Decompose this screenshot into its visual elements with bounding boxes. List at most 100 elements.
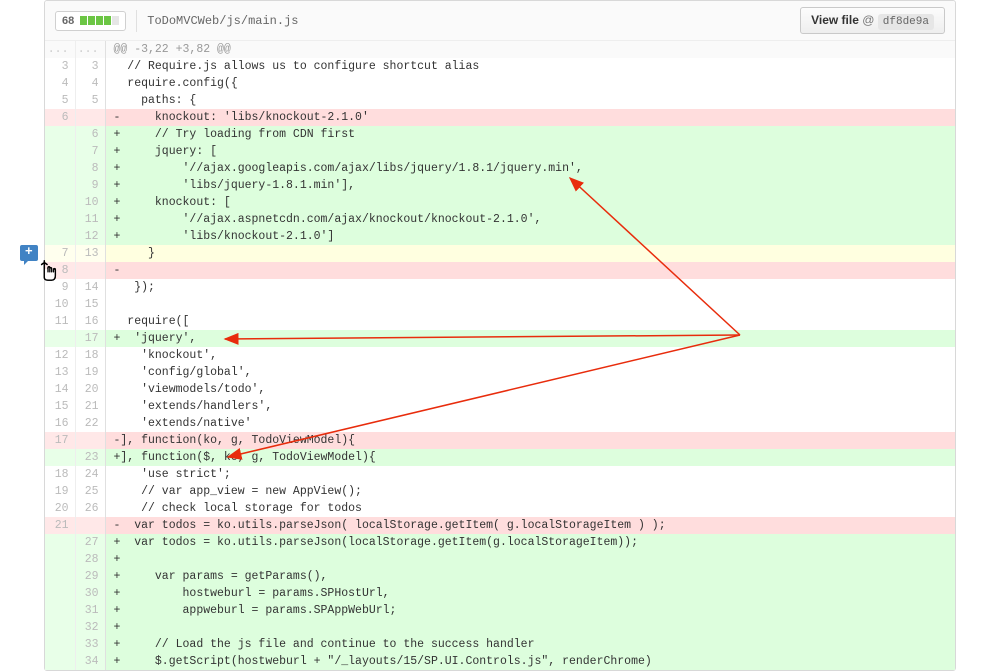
line-number-old[interactable]: 6 xyxy=(45,109,75,126)
line-number-old[interactable]: 11 xyxy=(45,313,75,330)
line-number-new[interactable]: 5 xyxy=(75,92,105,109)
line-number-new[interactable]: 6 xyxy=(75,126,105,143)
line-number-new[interactable]: 15 xyxy=(75,296,105,313)
diff-line[interactable]: 33 // Require.js allows us to configure … xyxy=(45,58,955,75)
line-number-new[interactable]: 24 xyxy=(75,466,105,483)
diff-line[interactable]: 11+ '//ajax.aspnetcdn.com/ajax/knockout/… xyxy=(45,211,955,228)
file-path[interactable]: ToDoMVCWeb/js/main.js xyxy=(147,14,298,28)
line-number-old[interactable]: 21 xyxy=(45,517,75,534)
line-number-old[interactable] xyxy=(45,585,75,602)
diff-line[interactable]: 23+], function($, ko, g, TodoViewModel){ xyxy=(45,449,955,466)
diff-line[interactable]: 55 paths: { xyxy=(45,92,955,109)
diff-line[interactable]: 29+ var params = getParams(), xyxy=(45,568,955,585)
line-number-new[interactable]: 7 xyxy=(75,143,105,160)
line-number-new[interactable]: 16 xyxy=(75,313,105,330)
diff-line[interactable]: 7+ jquery: [ xyxy=(45,143,955,160)
line-number-old[interactable] xyxy=(45,653,75,670)
diff-line[interactable]: 1218 'knockout', xyxy=(45,347,955,364)
diff-line[interactable]: 30+ hostweburl = params.SPHostUrl, xyxy=(45,585,955,602)
line-number-new[interactable]: 17 xyxy=(75,330,105,347)
line-number-old[interactable] xyxy=(45,619,75,636)
line-number-new[interactable] xyxy=(75,109,105,126)
line-number-old[interactable]: 16 xyxy=(45,415,75,432)
line-number-old[interactable]: 17 xyxy=(45,432,75,449)
diff-line[interactable]: 21- var todos = ko.utils.parseJson( loca… xyxy=(45,517,955,534)
diff-line[interactable]: 10+ knockout: [ xyxy=(45,194,955,211)
line-number-old[interactable]: 3 xyxy=(45,58,75,75)
diff-line[interactable]: 1319 'config/global', xyxy=(45,364,955,381)
line-number-new[interactable]: 22 xyxy=(75,415,105,432)
line-number-new[interactable]: 10 xyxy=(75,194,105,211)
diff-line[interactable]: 8+ '//ajax.googleapis.com/ajax/libs/jque… xyxy=(45,160,955,177)
line-number-new[interactable] xyxy=(75,262,105,279)
line-number-old[interactable] xyxy=(45,449,75,466)
line-number-new[interactable]: 9 xyxy=(75,177,105,194)
line-number-old[interactable] xyxy=(45,143,75,160)
diff-line[interactable]: 1521 'extends/handlers', xyxy=(45,398,955,415)
diff-line[interactable]: 1925 // var app_view = new AppView(); xyxy=(45,483,955,500)
line-number-old[interactable]: 5 xyxy=(45,92,75,109)
line-number-new[interactable] xyxy=(75,517,105,534)
diff-stats[interactable]: 68 xyxy=(55,11,126,31)
line-number-old[interactable] xyxy=(45,177,75,194)
line-number-old[interactable] xyxy=(45,636,75,653)
line-number-new[interactable]: 27 xyxy=(75,534,105,551)
line-number-old[interactable] xyxy=(45,228,75,245)
line-number-new[interactable]: 11 xyxy=(75,211,105,228)
diff-line[interactable]: 27+ var todos = ko.utils.parseJson(local… xyxy=(45,534,955,551)
diff-line[interactable]: 1015 xyxy=(45,296,955,313)
line-number-old[interactable]: 4 xyxy=(45,75,75,92)
diff-line[interactable]: 9+ 'libs/jquery-1.8.1.min'], xyxy=(45,177,955,194)
line-number-new[interactable]: 3 xyxy=(75,58,105,75)
line-number-old[interactable] xyxy=(45,194,75,211)
diff-line[interactable]: 17-], function(ko, g, TodoViewModel){ xyxy=(45,432,955,449)
line-number-old[interactable] xyxy=(45,568,75,585)
line-number-new[interactable]: 29 xyxy=(75,568,105,585)
line-number-old[interactable]: 19 xyxy=(45,483,75,500)
add-line-comment-icon[interactable] xyxy=(20,245,38,261)
line-number-new[interactable]: 21 xyxy=(75,398,105,415)
line-number-new[interactable]: 26 xyxy=(75,500,105,517)
line-number-new[interactable] xyxy=(75,432,105,449)
line-number-new[interactable]: 12 xyxy=(75,228,105,245)
diff-line[interactable]: 34+ $.getScript(hostweburl + "/_layouts/… xyxy=(45,653,955,670)
line-number-new[interactable]: 18 xyxy=(75,347,105,364)
line-number-old[interactable] xyxy=(45,160,75,177)
line-number-new[interactable]: 23 xyxy=(75,449,105,466)
diff-line[interactable]: 1622 'extends/native' xyxy=(45,415,955,432)
line-number-old[interactable]: 13 xyxy=(45,364,75,381)
line-number-old[interactable] xyxy=(45,534,75,551)
diff-line[interactable]: 713 } xyxy=(45,245,955,262)
line-number-new[interactable]: 30 xyxy=(75,585,105,602)
line-number-new[interactable]: 14 xyxy=(75,279,105,296)
diff-line[interactable]: 32+ xyxy=(45,619,955,636)
diff-line[interactable]: 31+ appweburl = params.SPAppWebUrl; xyxy=(45,602,955,619)
line-number-old[interactable] xyxy=(45,330,75,347)
line-number-old[interactable]: 10 xyxy=(45,296,75,313)
line-number-old[interactable]: 20 xyxy=(45,500,75,517)
line-number-old[interactable] xyxy=(45,211,75,228)
line-number-new[interactable]: 4 xyxy=(75,75,105,92)
diff-line[interactable]: 2026 // check local storage for todos xyxy=(45,500,955,517)
diff-line[interactable]: 28+ xyxy=(45,551,955,568)
view-file-button[interactable]: View file @ df8de9a xyxy=(800,7,945,34)
line-number-new[interactable]: 19 xyxy=(75,364,105,381)
line-number-new[interactable]: 34 xyxy=(75,653,105,670)
line-number-old[interactable] xyxy=(45,126,75,143)
diff-line[interactable]: 44 require.config({ xyxy=(45,75,955,92)
line-number-new[interactable]: 32 xyxy=(75,619,105,636)
line-number-old[interactable] xyxy=(45,602,75,619)
line-number-new[interactable]: 31 xyxy=(75,602,105,619)
line-number-old[interactable] xyxy=(45,551,75,568)
diff-line[interactable]: 33+ // Load the js file and continue to … xyxy=(45,636,955,653)
line-number-new[interactable]: 13 xyxy=(75,245,105,262)
line-number-new[interactable]: 33 xyxy=(75,636,105,653)
diff-line[interactable]: 17+ 'jquery', xyxy=(45,330,955,347)
diff-line[interactable]: 1420 'viewmodels/todo', xyxy=(45,381,955,398)
line-number-old[interactable]: 14 xyxy=(45,381,75,398)
diff-line[interactable]: 8- xyxy=(45,262,955,279)
diff-line[interactable]: 1824 'use strict'; xyxy=(45,466,955,483)
line-number-new[interactable]: 25 xyxy=(75,483,105,500)
diff-line[interactable]: 1116 require([ xyxy=(45,313,955,330)
line-number-new[interactable]: 8 xyxy=(75,160,105,177)
